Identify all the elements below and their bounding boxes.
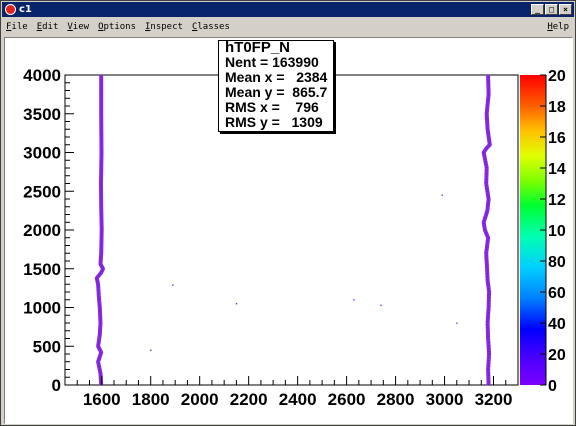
palette-tick-label: 16 — [548, 130, 566, 147]
x-tick-label: 1800 — [132, 390, 170, 409]
y-tick-label: 3500 — [23, 105, 61, 124]
scatter-point — [441, 194, 443, 196]
stats-mean-y: Mean y = 865.7 — [225, 84, 328, 100]
y-tick-label: 2500 — [23, 182, 61, 201]
close-button[interactable]: × — [559, 4, 572, 15]
palette-tick-label: 18 — [548, 99, 566, 116]
stats-rms-x: RMS x = 796 — [225, 99, 319, 115]
close-icon: × — [563, 4, 568, 14]
minimize-button[interactable]: _ — [531, 4, 544, 15]
menu-edit[interactable]: Edit — [33, 22, 64, 32]
menu-bar: File Edit View Options Inspect Classes H… — [2, 18, 574, 36]
stats-rms-y: RMS y = 1309 — [225, 114, 323, 130]
x-tick-label: 2400 — [279, 390, 317, 409]
palette-tick-label: 20 — [548, 347, 566, 364]
x-tick-label: 1600 — [83, 390, 121, 409]
y-tick-label: 2000 — [23, 221, 61, 240]
minimize-icon: _ — [535, 4, 540, 14]
maximize-button[interactable]: □ — [545, 4, 558, 15]
y-tick-label: 0 — [52, 376, 61, 395]
y-tick-label: 500 — [33, 337, 61, 356]
palette-tick-label: 60 — [548, 285, 566, 302]
scatter-point — [235, 303, 238, 305]
scatter-point — [456, 322, 458, 324]
x-tick-label: 2600 — [328, 390, 366, 409]
title-bar[interactable]: c1 _ □ × — [2, 2, 574, 17]
root-canvas-window: c1 _ □ × File Edit View Options Inspect … — [0, 0, 576, 426]
palette-tick-label: 0 — [548, 378, 557, 395]
stats-title: hT0FP_N — [225, 39, 291, 56]
palette-tick-label: 40 — [548, 316, 566, 333]
x-tick-label: 2200 — [230, 390, 268, 409]
palette-tick-label: 12 — [548, 192, 566, 209]
y-tick-label: 4000 — [23, 66, 61, 85]
menu-file[interactable]: File — [2, 22, 33, 32]
window-title: c1 — [19, 4, 32, 15]
palette-tick-label: 20 — [548, 68, 566, 85]
x-tick-label: 3000 — [426, 390, 464, 409]
root-app-icon — [5, 4, 16, 15]
canvas-area[interactable]: 1600 1800 2000 2200 2400 2600 2800 3000 3200 0 500… — [4, 37, 573, 424]
menu-classes[interactable]: Classes — [188, 22, 235, 32]
y-tick-label: 1500 — [23, 260, 61, 279]
palette-tick-label: 10 — [548, 223, 566, 240]
palette-tick-label: 80 — [548, 254, 566, 271]
x-tick-label: 2000 — [181, 390, 219, 409]
stats-box[interactable]: hT0FP_N Nent = 163990 Mean x = 2384 Mean… — [218, 40, 334, 132]
y-tick-label: 1000 — [23, 299, 61, 318]
x-tick-label: 2800 — [377, 390, 415, 409]
scatter-point — [353, 299, 355, 301]
palette-tick-label: 14 — [548, 161, 566, 178]
menu-view[interactable]: View — [63, 22, 94, 32]
x-tick-label: 3200 — [475, 390, 513, 409]
menu-help[interactable]: Help — [543, 22, 574, 32]
y-tick-label: 3000 — [23, 144, 61, 163]
scatter-point — [150, 349, 152, 351]
maximize-icon: □ — [549, 4, 554, 14]
scatter-point — [172, 284, 174, 286]
stats-mean-x: Mean x = 2384 — [225, 69, 328, 85]
menu-inspect[interactable]: Inspect — [141, 22, 188, 32]
stats-entries: Nent = 163990 — [225, 54, 319, 70]
scatter-point — [380, 304, 382, 306]
menu-options[interactable]: Options — [94, 22, 141, 32]
